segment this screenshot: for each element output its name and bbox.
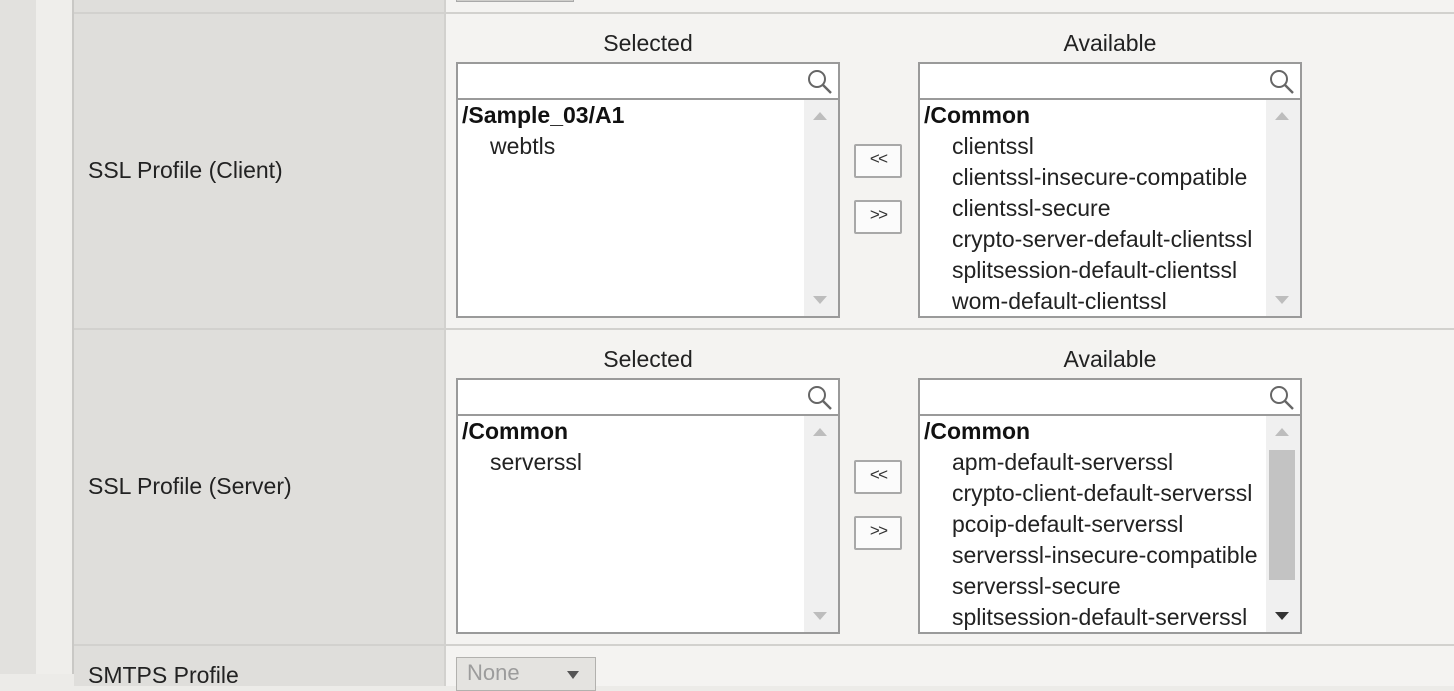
search-icon[interactable] (1268, 384, 1296, 412)
group-header[interactable]: /Common (462, 416, 808, 447)
available-search-box (918, 62, 1302, 98)
properties-table: SSL Profile (Client) Selected Available … (74, 0, 1454, 691)
selected-search-box (456, 378, 840, 414)
scroll-down-arrow-icon[interactable] (813, 296, 827, 304)
left-gutter-inner (36, 0, 74, 674)
smtps-profile-value: None (467, 660, 520, 685)
selected-search-input[interactable] (460, 382, 804, 414)
list-item[interactable]: splitsession-default-serverssl (924, 602, 1270, 632)
scroll-up-arrow-icon[interactable] (813, 428, 827, 436)
smtps-profile-select[interactable]: None (456, 657, 596, 691)
list-item[interactable]: crypto-client-default-serverssl (924, 478, 1270, 509)
list-item[interactable]: pcoip-default-serverssl (924, 509, 1270, 540)
selected-title: Selected (603, 30, 693, 56)
move-to-available-button[interactable]: >> (854, 200, 902, 234)
ssl-profile-server-row: SSL Profile (Server) Selected Available … (74, 328, 1454, 644)
list-item[interactable]: wom-default-clientssl (924, 286, 1270, 316)
smtps-profile-row: SMTPS Profile None (74, 644, 1454, 691)
move-to-selected-button[interactable]: << (854, 144, 902, 178)
available-list-items: /Common apm-default-serverssl crypto-cli… (924, 416, 1270, 632)
selected-title: Selected (603, 346, 693, 372)
list-item[interactable]: clientssl (924, 131, 1270, 162)
scroll-up-arrow-icon[interactable] (813, 112, 827, 120)
list-item[interactable]: serverssl-secure (924, 571, 1270, 602)
selected-list[interactable]: /Sample_03/A1 webtls (456, 98, 840, 318)
scrollbar[interactable] (1266, 100, 1300, 316)
chevron-down-icon (567, 671, 579, 679)
list-item[interactable]: splitsession-default-clientssl (924, 255, 1270, 286)
scrollbar[interactable] (804, 100, 838, 316)
group-header[interactable]: /Common (924, 416, 1270, 447)
scroll-up-arrow-icon[interactable] (1275, 428, 1289, 436)
available-search-input[interactable] (922, 66, 1266, 98)
available-title: Available (1063, 346, 1157, 372)
scroll-down-arrow-icon[interactable] (813, 612, 827, 620)
selected-search-box (456, 62, 840, 98)
move-to-available-button[interactable]: >> (854, 516, 902, 550)
list-item[interactable]: apm-default-serverssl (924, 447, 1270, 478)
available-list-items: /Common clientssl clientssl-insecure-com… (924, 100, 1270, 316)
list-item[interactable]: crypto-server-default-clientssl (924, 224, 1270, 255)
scroll-down-arrow-icon[interactable] (1275, 296, 1289, 304)
scrollbar[interactable] (1266, 416, 1300, 632)
list-item[interactable]: serverssl-insecure-compatible (924, 540, 1270, 571)
available-search-box (918, 378, 1302, 414)
list-item[interactable]: clientssl-secure (924, 193, 1270, 224)
list-item[interactable]: clientssl-insecure-compatible (924, 162, 1270, 193)
ssl-profile-server-label: SSL Profile (Server) (88, 473, 292, 499)
group-header[interactable]: /Sample_03/A1 (462, 100, 808, 131)
selected-list-items: /Sample_03/A1 webtls (462, 100, 808, 162)
available-title: Available (1063, 30, 1157, 56)
search-icon[interactable] (806, 68, 834, 96)
scrollbar-thumb[interactable] (1269, 450, 1295, 580)
smtps-profile-label: SMTPS Profile (88, 662, 239, 688)
previous-row-button[interactable] (456, 0, 574, 2)
move-to-selected-button[interactable]: << (854, 460, 902, 494)
group-header[interactable]: /Common (924, 100, 1270, 131)
ssl-profile-client-row: SSL Profile (Client) Selected Available … (74, 12, 1454, 328)
selected-list-items: /Common serverssl (462, 416, 808, 478)
scroll-up-arrow-icon[interactable] (1275, 112, 1289, 120)
available-list[interactable]: /Common clientssl clientssl-insecure-com… (918, 98, 1302, 318)
selected-list[interactable]: /Common serverssl (456, 414, 840, 634)
search-icon[interactable] (806, 384, 834, 412)
ssl-profile-client-label: SSL Profile (Client) (88, 157, 283, 183)
left-gutter (0, 0, 36, 674)
available-search-input[interactable] (922, 382, 1266, 414)
list-item[interactable]: webtls (462, 131, 808, 162)
list-item[interactable]: serverssl (462, 447, 808, 478)
selected-search-input[interactable] (460, 66, 804, 98)
scrollbar[interactable] (804, 416, 838, 632)
search-icon[interactable] (1268, 68, 1296, 96)
available-list[interactable]: /Common apm-default-serverssl crypto-cli… (918, 414, 1302, 634)
scroll-down-arrow-icon[interactable] (1275, 612, 1289, 620)
